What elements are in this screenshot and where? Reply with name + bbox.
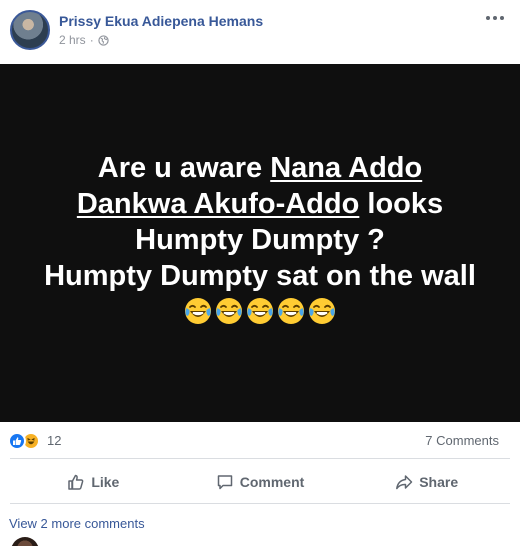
reaction-count[interactable]: 12 (47, 433, 61, 448)
divider (10, 503, 510, 504)
laughing-crying-emoji (247, 298, 273, 324)
image-text-line-2: Dankwa Akufo-Addo looks (44, 186, 476, 222)
author-avatar[interactable] (10, 10, 50, 50)
comment-label: Comment (239, 474, 305, 490)
post-actions: Like Comment Share (10, 463, 510, 501)
reactions-bar: 12 7 Comments (0, 422, 520, 460)
like-button[interactable]: Like (10, 463, 177, 501)
image-text-line-1: Are u aware Nana Addo (44, 150, 476, 186)
like-label: Like (91, 474, 120, 490)
author-name[interactable]: Prissy Ekua Adiepena Hemans (59, 13, 263, 29)
image-text: Are u aware Nana Addo Dankwa Akufo-Addo … (44, 150, 476, 294)
share-button[interactable]: Share (343, 463, 510, 501)
laughing-crying-emoji (278, 298, 304, 324)
post-image[interactable]: Are u aware Nana Addo Dankwa Akufo-Addo … (0, 64, 520, 422)
view-more-comments-link[interactable]: View 2 more comments (9, 516, 145, 531)
image-text-line-4: Humpty Dumpty sat on the wall (44, 260, 476, 292)
comment-icon (217, 475, 232, 490)
text-suffix: looks (359, 188, 444, 220)
divider (10, 458, 510, 459)
share-icon (396, 475, 413, 490)
dot-icon (493, 16, 497, 20)
laughing-crying-emoji (309, 298, 335, 324)
post-meta: 2 hrs · (59, 33, 109, 47)
thumbs-up-icon (68, 474, 84, 490)
reaction-icons[interactable] (8, 432, 40, 450)
like-reaction-icon (8, 432, 26, 450)
post-header: Prissy Ekua Adiepena Hemans 2 hrs · (0, 0, 520, 64)
meta-separator: · (89, 33, 94, 47)
laughing-crying-emoji (216, 298, 242, 324)
facebook-post: Prissy Ekua Adiepena Hemans 2 hrs · Are … (0, 0, 520, 546)
commenter-avatar[interactable] (11, 537, 39, 546)
mention-part-1: Nana Addo (270, 152, 423, 184)
laughing-crying-emoji (185, 298, 211, 324)
comment-button[interactable]: Comment (177, 463, 344, 501)
share-label: Share (419, 474, 459, 490)
mention-part-2: Dankwa Akufo-Addo (76, 188, 360, 220)
emoji-row (183, 296, 337, 326)
dot-icon (500, 16, 504, 20)
more-options-button[interactable] (484, 8, 506, 28)
comments-count[interactable]: 7 Comments (425, 433, 499, 448)
globe-icon (98, 34, 109, 46)
image-text-line-3: Humpty Dumpty ? (135, 224, 385, 256)
post-timestamp[interactable]: 2 hrs (59, 33, 86, 47)
text-prefix: Are u aware (97, 152, 271, 184)
dot-icon (486, 16, 490, 20)
